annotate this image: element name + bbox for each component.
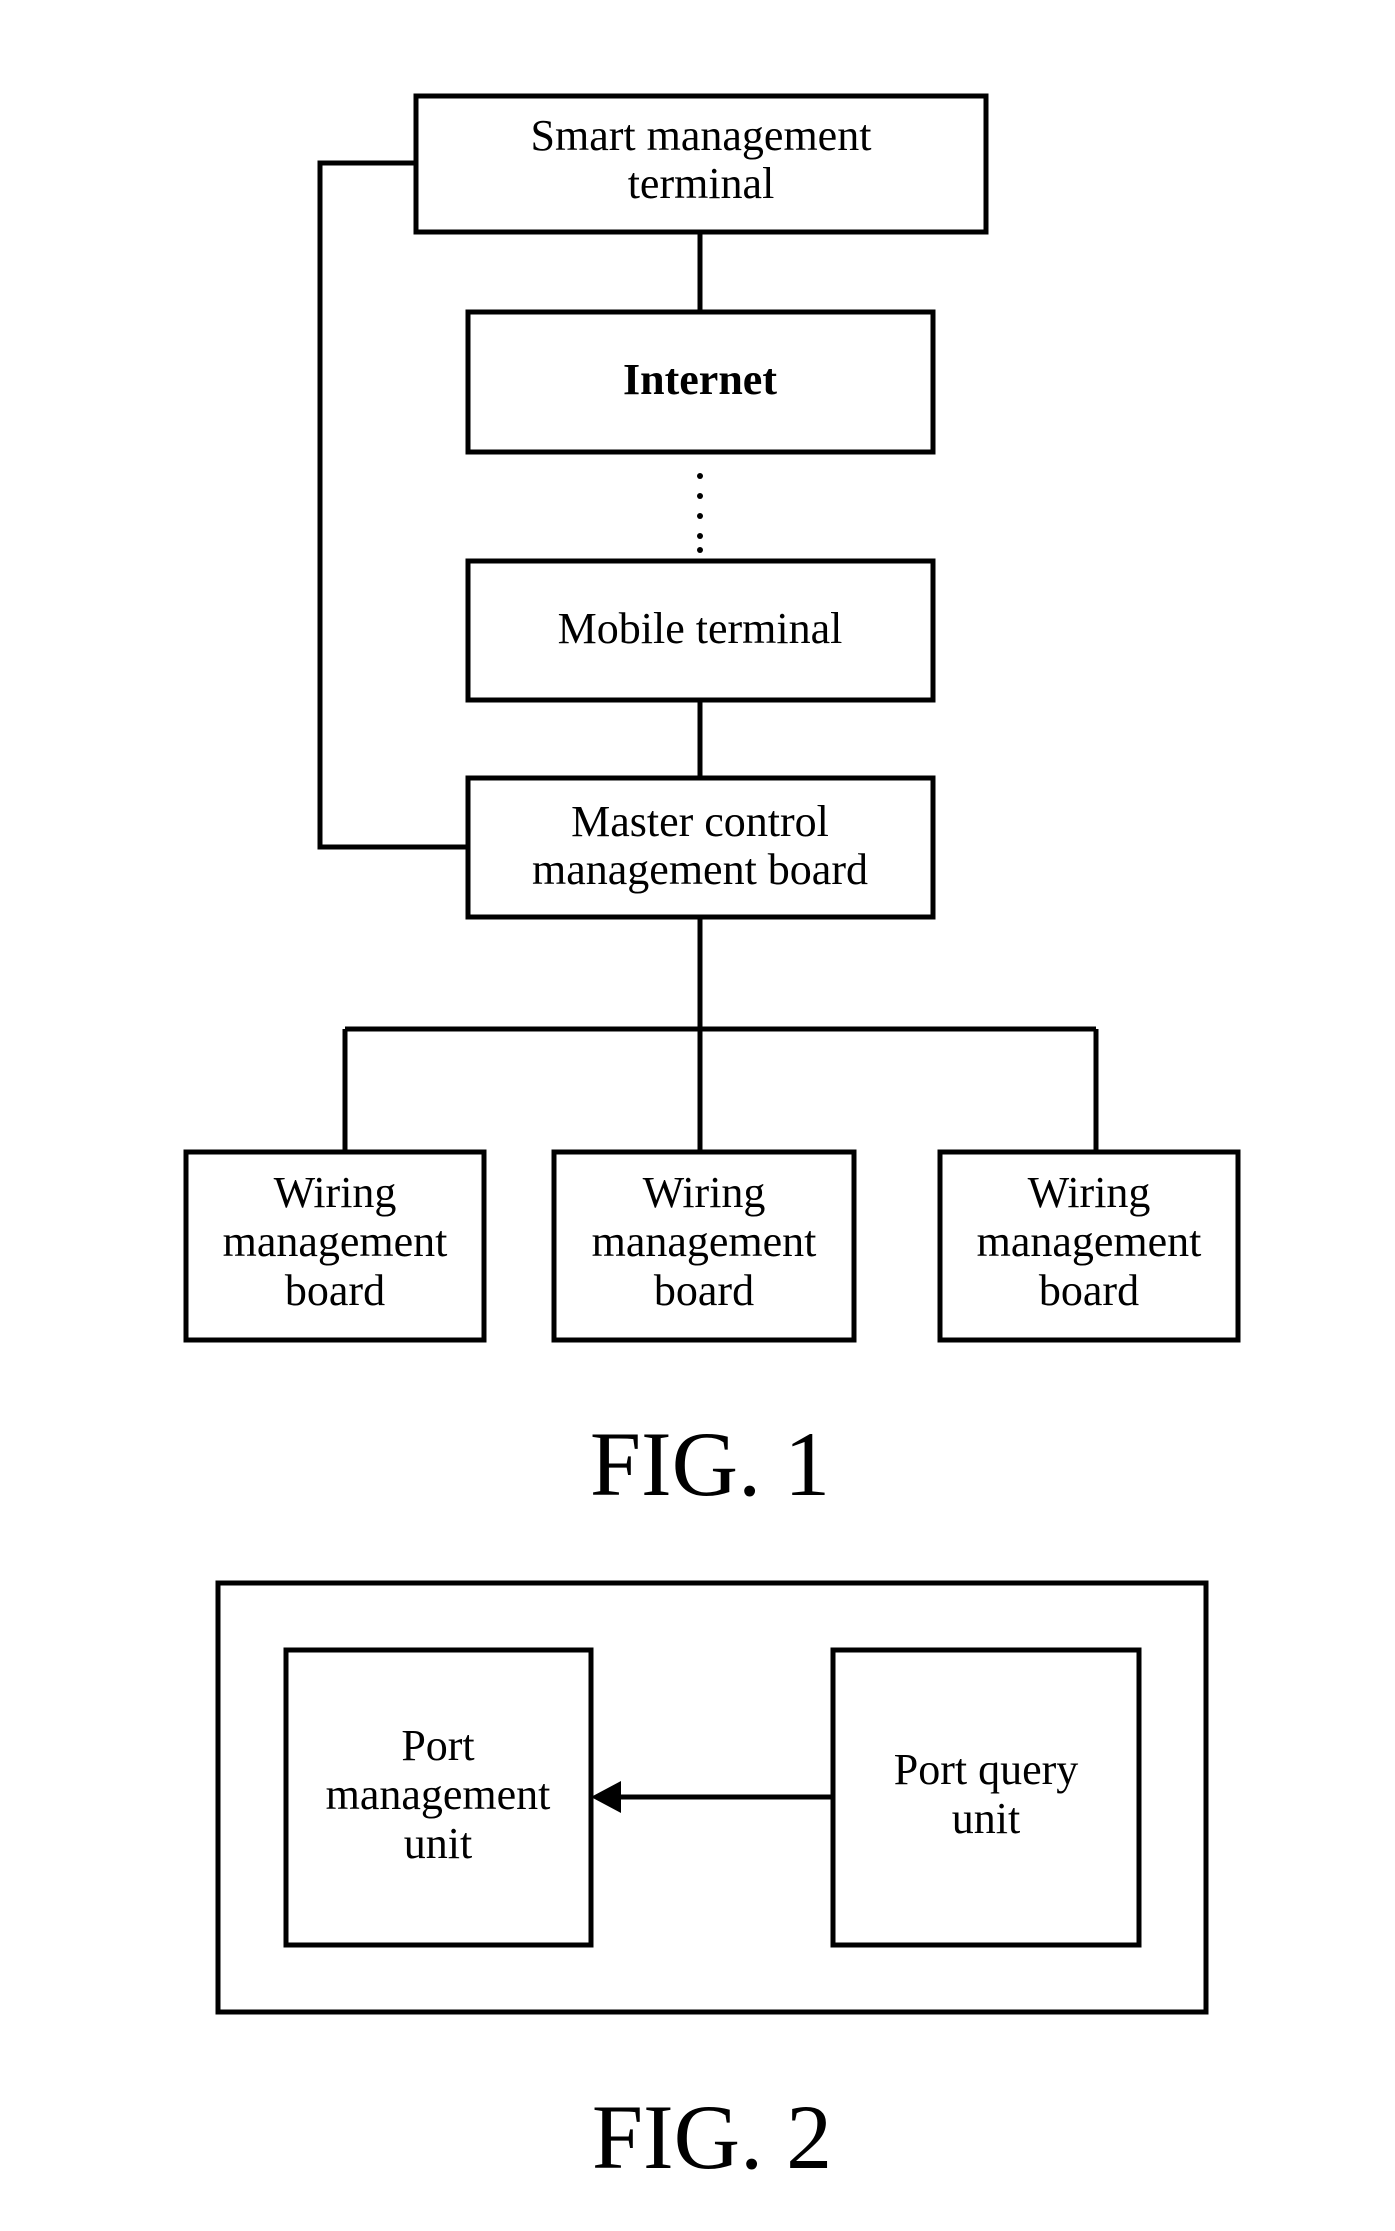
port-query-unit-box: Port query unit: [830, 1647, 1142, 1948]
dot: [697, 533, 703, 539]
connector-smart-to-master: [317, 160, 468, 850]
wiring-board-line3: board: [654, 1266, 754, 1315]
wiring-board-line1: Wiring: [274, 1168, 397, 1217]
wiring-board-box: Wiring management board: [937, 1149, 1241, 1343]
master-board-line2: management board: [532, 845, 868, 894]
dot: [697, 513, 703, 519]
port-management-line3: unit: [404, 1819, 472, 1868]
smart-terminal-line1: Smart management: [531, 111, 872, 160]
wiring-board-line2: management: [977, 1217, 1202, 1266]
wiring-board-box: Wiring management board: [183, 1149, 487, 1343]
port-query-line1: Port query: [894, 1745, 1079, 1794]
patent-figures: Smart management terminal Internet Mobil…: [183, 93, 1241, 2188]
wiring-board-line2: management: [592, 1217, 817, 1266]
dot: [697, 473, 703, 479]
fig2-caption: FIG. 2: [592, 2086, 832, 2188]
wiring-board-line1: Wiring: [1028, 1168, 1151, 1217]
mobile-terminal-label: Mobile terminal: [558, 604, 843, 653]
port-query-line2: unit: [952, 1794, 1020, 1843]
wiring-board-line1: Wiring: [643, 1168, 766, 1217]
dot: [697, 493, 703, 499]
dotted-link: [697, 473, 703, 553]
master-board-line1: Master control: [571, 797, 829, 846]
wiring-board-box: Wiring management board: [551, 1149, 857, 1343]
internet-box: Internet: [465, 309, 936, 455]
port-management-unit-box: Port management unit: [283, 1647, 594, 1948]
smart-terminal-line2: terminal: [628, 159, 775, 208]
wiring-board-line3: board: [285, 1266, 385, 1315]
mobile-terminal-box: Mobile terminal: [465, 558, 936, 703]
internet-label: Internet: [623, 355, 777, 404]
port-management-line2: management: [326, 1770, 551, 1819]
master-control-board-box: Master control management board: [465, 775, 936, 920]
smart-management-terminal-box: Smart management terminal: [413, 93, 989, 235]
wiring-board-line3: board: [1039, 1266, 1139, 1315]
dot: [697, 547, 703, 553]
fig1-caption: FIG. 1: [590, 1413, 830, 1515]
port-management-line1: Port: [401, 1721, 474, 1770]
wiring-board-line2: management: [223, 1217, 448, 1266]
